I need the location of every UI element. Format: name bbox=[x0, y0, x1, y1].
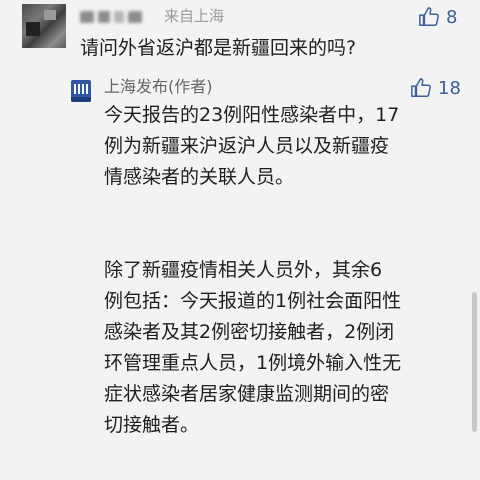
reply-paragraph-1: 今天报告的23例阳性感染者中，17 例为新疆来沪返沪人员以及新疆疫 情感染者的关… bbox=[104, 100, 454, 193]
reply-text-line: 情感染者的关联人员。 bbox=[104, 166, 295, 188]
reply-author[interactable]: 上海发布(作者) bbox=[104, 76, 213, 98]
reply-paragraph-2: 除了新疆疫情相关人员外，其余6 例包括：今天报道的1例社会面阳性 感染者及其2例… bbox=[104, 255, 454, 441]
comment-thread: 来自上海 请问外省返沪都是新疆回来的吗? 8 上海发布(作者) 18 今天报告的… bbox=[0, 0, 480, 480]
comment-like-button[interactable]: 8 bbox=[418, 4, 457, 30]
shanghai-fabu-logo[interactable] bbox=[71, 80, 91, 102]
reply-text-line: 症状感染者居家健康监测期间的密 bbox=[104, 383, 390, 405]
comment-like-count: 8 bbox=[446, 6, 458, 28]
reply-text-line: 例包括：今天报道的1例社会面阳性 bbox=[104, 290, 402, 312]
reply-like-count: 18 bbox=[438, 77, 461, 99]
avatar-pixel-block bbox=[44, 10, 56, 20]
reply-text-line: 感染者及其2例密切接触者，2例闭 bbox=[104, 321, 395, 343]
reply-like-button[interactable]: 18 bbox=[410, 76, 461, 100]
avatar-pixel-block bbox=[26, 22, 40, 36]
comment-location: 来自上海 bbox=[164, 7, 225, 25]
username-blurred[interactable] bbox=[80, 10, 164, 24]
reply-text-line: 除了新疆疫情相关人员外，其余6 bbox=[104, 259, 383, 281]
reply-text-line: 切接触者。 bbox=[104, 414, 200, 436]
reply-text-line: 例为新疆来沪返沪人员以及新疆疫 bbox=[104, 135, 390, 157]
thumbs-up-icon bbox=[419, 7, 439, 26]
reply-text-line: 今天报告的23例阳性感染者中，17 bbox=[104, 104, 400, 126]
thumbs-up-icon bbox=[411, 78, 431, 97]
avatar[interactable] bbox=[22, 4, 66, 48]
comment-text: 请问外省返沪都是新疆回来的吗? bbox=[80, 37, 357, 59]
reply-text-line: 环管理重点人员，1例境外输入性无 bbox=[104, 352, 402, 374]
scrollbar[interactable] bbox=[472, 292, 477, 432]
